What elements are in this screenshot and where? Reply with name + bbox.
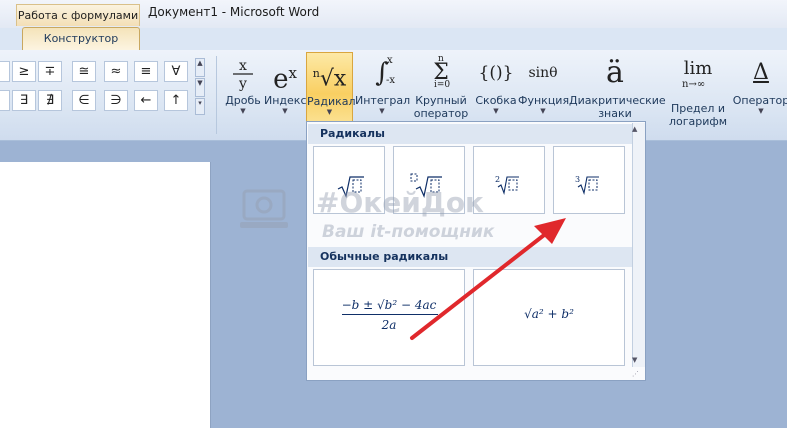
annotation-arrow-icon	[410, 218, 566, 340]
